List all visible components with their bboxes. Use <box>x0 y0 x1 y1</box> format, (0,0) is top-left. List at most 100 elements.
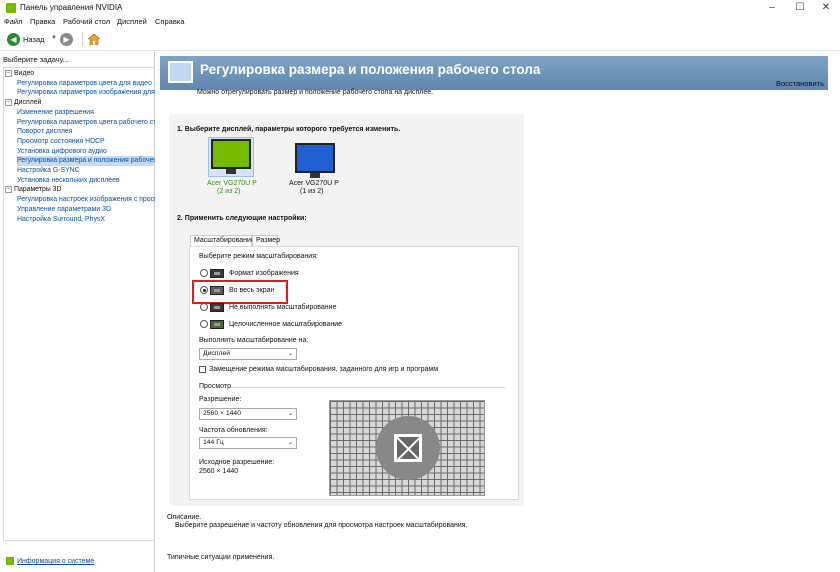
task-tree: − Видео Регулировка параметров цвета для … <box>3 67 155 541</box>
display-index: (1 из 2) <box>300 188 324 195</box>
display-option-2[interactable]: Acer VG270U P (2 из 2) <box>207 137 257 197</box>
aspect-ratio-icon <box>210 269 224 278</box>
typical-uses-label: Типичные ситуации применения. <box>167 554 275 561</box>
refresh-rate-dropdown[interactable]: 144 Гц ⌄ <box>199 437 297 449</box>
no-scaling-icon <box>210 303 224 312</box>
maximize-button[interactable]: ☐ <box>786 0 814 16</box>
home-icon[interactable] <box>87 33 101 46</box>
integer-scaling-icon <box>210 320 224 329</box>
system-info-label: Информация о системе <box>17 557 95 565</box>
refresh-rate-label: Частота обновления: <box>199 427 268 434</box>
step1-heading: 1. Выберите дисплей, параметры которого … <box>177 126 401 133</box>
sidebar-title: Выберите задачу... <box>3 55 69 64</box>
page-header: Регулировка размера и положения рабочего… <box>160 56 828 90</box>
native-resolution-label: Исходное разрешение: <box>199 459 275 466</box>
monitor-icon <box>211 139 251 169</box>
chevron-down-icon: ⌄ <box>287 351 293 357</box>
back-arrow-icon[interactable]: ◀ <box>7 33 20 46</box>
monitor-icon <box>295 143 335 173</box>
collapse-icon[interactable]: − <box>5 186 12 194</box>
collapse-icon[interactable]: − <box>5 69 12 77</box>
tree-item-desktop-size-position[interactable]: Регулировка размера и положения рабочего… <box>17 156 155 166</box>
resolution-dropdown[interactable]: 2560 × 1440 ⌄ <box>199 408 297 420</box>
override-scaling-label[interactable]: Замещение режима масштабирования, заданн… <box>209 366 438 373</box>
perform-on-dropdown[interactable]: Дисплей ⌄ <box>199 348 297 360</box>
tree-item-3d-preview[interactable]: Регулировка настроек изображения с просм… <box>17 195 155 205</box>
monitor-stand <box>310 173 320 178</box>
info-icon <box>6 557 14 565</box>
tab-size[interactable]: Размер <box>252 235 280 246</box>
close-button[interactable]: ✕ <box>812 0 840 16</box>
scaling-preview-image <box>329 400 485 496</box>
menu-help[interactable]: Справка <box>155 17 184 26</box>
chevron-down-icon: ⌄ <box>287 440 293 446</box>
perform-on-value: Дисплей <box>203 350 231 357</box>
step2-heading: 2. Применить следующие настройки: <box>177 215 307 222</box>
tree-item-gsync[interactable]: Настройка G-SYNC <box>17 166 80 176</box>
mode-integer-scaling-label[interactable]: Целочисленное масштабирование <box>229 321 342 328</box>
tree-category-label: Дисплей <box>14 99 42 107</box>
tree-item-video-color[interactable]: Регулировка параметров цвета для видео <box>17 79 152 89</box>
chevron-down-icon: ⌄ <box>287 411 293 417</box>
tree-item-rotate-display[interactable]: Поворот дисплея <box>17 127 72 137</box>
description-text: Выберите разрешение и частоту обновления… <box>175 522 468 529</box>
tree-item-surround-physx[interactable]: Настройка Surround, PhysX <box>17 215 105 225</box>
collapse-icon[interactable]: − <box>5 98 12 106</box>
annotation-highlight-box <box>192 280 288 304</box>
toolbar-divider <box>82 32 83 47</box>
mode-no-scaling-label[interactable]: Не выполнять масштабирование <box>229 304 336 311</box>
radio-aspect-ratio[interactable] <box>200 269 208 277</box>
monitor-stand <box>226 169 236 174</box>
display-name: Acer VG270U P <box>289 180 339 187</box>
native-resolution-value: 2560 × 1440 <box>199 468 239 475</box>
main-content: Регулировка размера и положения рабочего… <box>157 52 840 572</box>
back-dropdown-icon[interactable]: ▼ <box>51 35 57 41</box>
tab-scaling[interactable]: Масштабирование <box>190 235 255 246</box>
refresh-rate-value: 144 Гц <box>203 439 224 446</box>
tree-item-multiple-displays[interactable]: Установка нескольких дисплеев <box>17 176 120 186</box>
back-button-label[interactable]: Назад <box>23 35 45 44</box>
preview-test-box <box>394 434 422 462</box>
minimize-button[interactable]: – <box>758 0 786 16</box>
system-info-link[interactable]: Информация о системе <box>6 557 94 565</box>
tree-item-hdcp-status[interactable]: Просмотр состояния HDCP <box>17 137 105 147</box>
radio-no-scaling[interactable] <box>200 303 208 311</box>
restore-defaults-link[interactable]: Восстановить <box>776 79 824 88</box>
toolbar: ◀ Назад ▼ ▶ <box>0 29 840 51</box>
desktop-size-icon <box>168 61 193 83</box>
tree-item-digital-audio[interactable]: Установка цифрового аудио <box>17 147 107 157</box>
title-bar: Панель управления NVIDIA – ☐ ✕ <box>0 0 840 16</box>
window-title: Панель управления NVIDIA <box>20 3 123 12</box>
menu-desktop[interactable]: Рабочий стол <box>63 17 110 26</box>
task-sidebar: Выберите задачу... − Видео Регулировка па… <box>0 52 155 572</box>
page-intro: Можно отрегулировать размер и положение … <box>197 89 434 96</box>
page-title: Регулировка размера и положения рабочего… <box>200 62 541 77</box>
display-option-1[interactable]: Acer VG270U P (1 из 2) <box>289 143 341 201</box>
preview-group-divider <box>231 387 505 388</box>
tree-category-video[interactable]: − Видео <box>5 69 34 79</box>
display-name: Acer VG270U P <box>207 180 257 187</box>
tree-item-desktop-color[interactable]: Регулировка параметров цвета рабочего ст… <box>17 118 155 128</box>
tree-item-change-resolution[interactable]: Изменение разрешения <box>17 108 94 118</box>
tree-category-label: Параметры 3D <box>14 186 62 194</box>
description-label: Описание. <box>167 514 202 521</box>
resolution-label: Разрешение: <box>199 396 242 403</box>
menu-bar: Файл Правка Рабочий стол Дисплей Справка <box>0 16 840 28</box>
resolution-value: 2560 × 1440 <box>203 410 241 417</box>
tree-category-display[interactable]: − Дисплей <box>5 98 41 108</box>
override-scaling-checkbox[interactable] <box>199 366 206 373</box>
tree-category-label: Видео <box>14 70 35 77</box>
scaling-mode-label: Выберите режим масштабирования: <box>199 253 318 260</box>
tree-item-3d-settings[interactable]: Управление параметрами 3D <box>17 205 111 215</box>
menu-edit[interactable]: Правка <box>30 17 55 26</box>
tree-category-3d[interactable]: − Параметры 3D <box>5 185 61 195</box>
mode-aspect-ratio-label[interactable]: Формат изображения <box>229 270 299 277</box>
preview-group-label: Просмотр <box>199 383 231 390</box>
nvidia-control-panel-window: Панель управления NVIDIA – ☐ ✕ Файл Прав… <box>0 0 840 572</box>
menu-file[interactable]: Файл <box>4 17 22 26</box>
menu-display[interactable]: Дисплей <box>117 17 147 26</box>
nvidia-app-icon <box>6 3 16 13</box>
radio-integer-scaling[interactable] <box>200 320 208 328</box>
tree-item-video-image[interactable]: Регулировка параметров изображения для в… <box>17 88 155 98</box>
forward-arrow-icon[interactable]: ▶ <box>60 33 73 46</box>
